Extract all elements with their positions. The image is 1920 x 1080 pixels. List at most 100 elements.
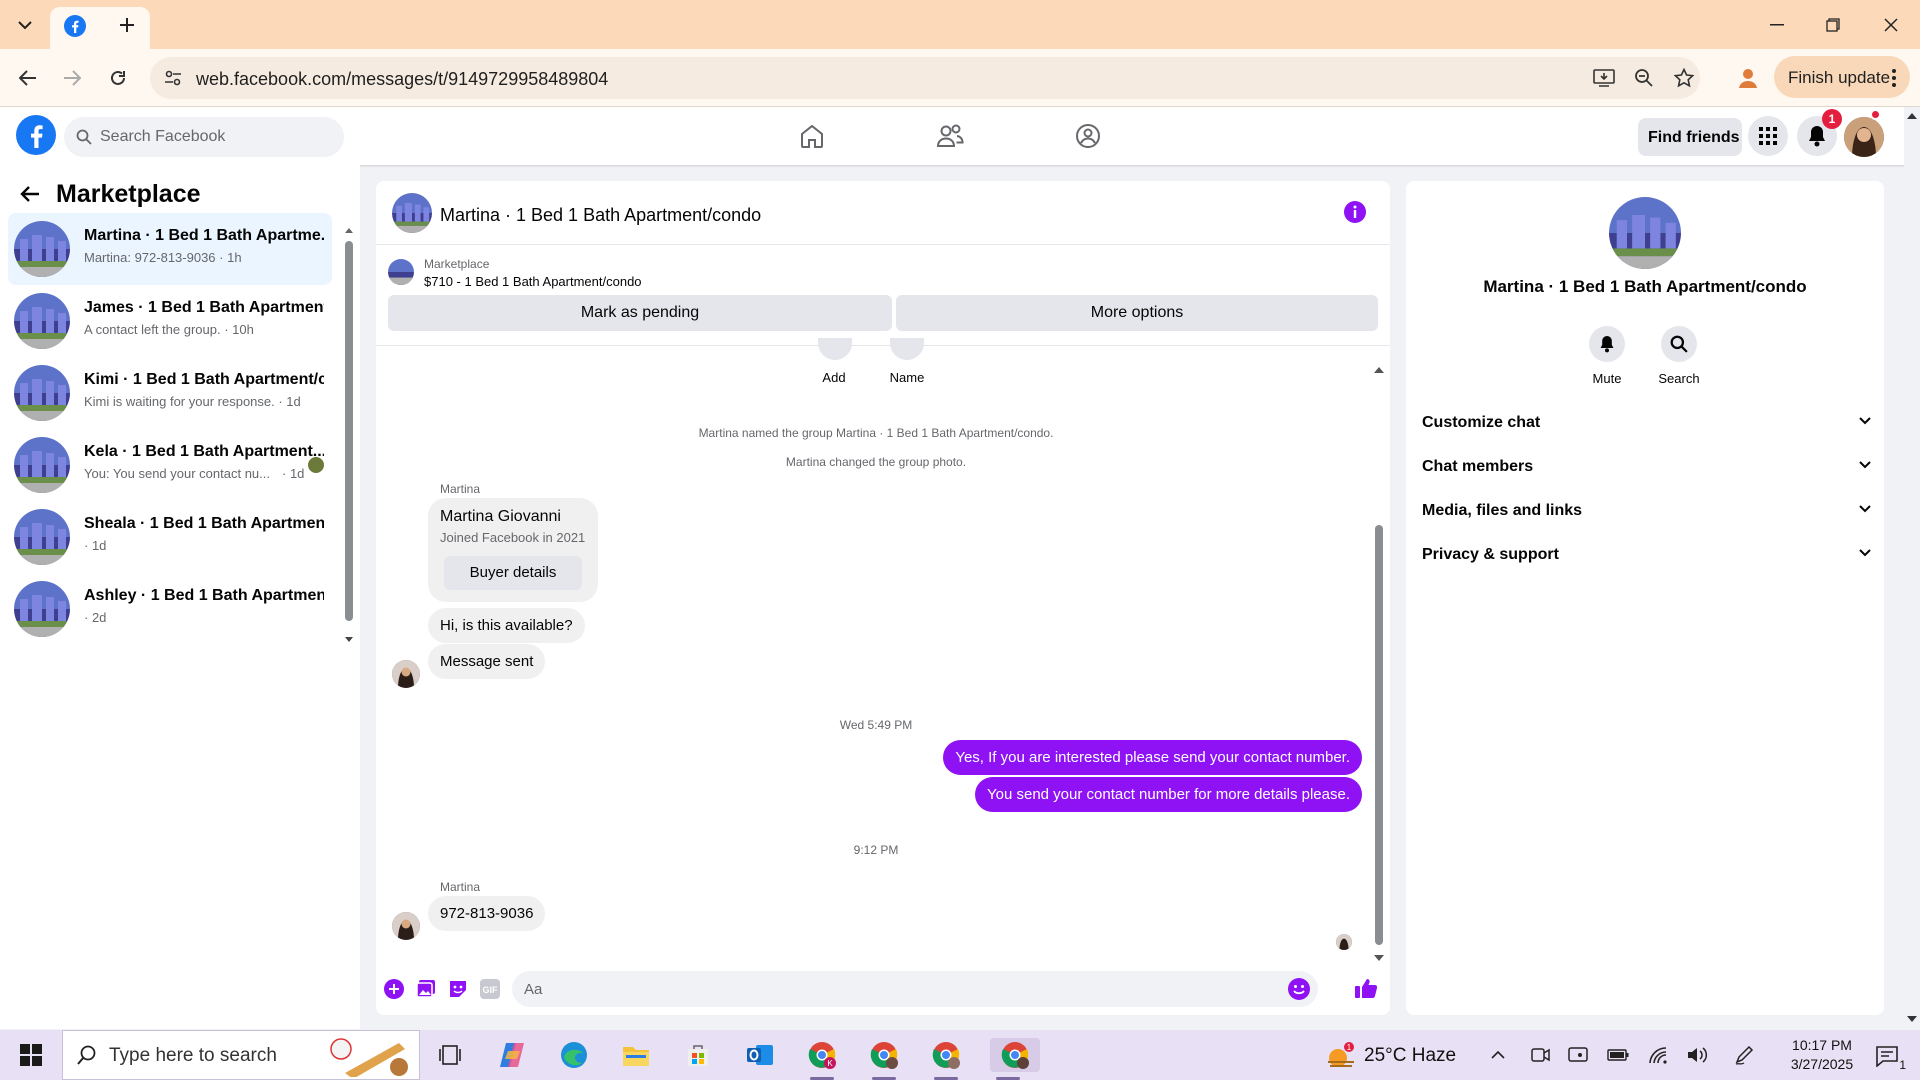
privacy-support-section[interactable]: Privacy & support <box>1422 535 1872 575</box>
url-text: web.facebook.com/messages/t/914972995848… <box>196 69 609 89</box>
task-view-icon[interactable] <box>432 1038 468 1072</box>
notification-center-icon[interactable]: 1 <box>1870 1042 1906 1072</box>
customize-chat-section[interactable]: Customize chat <box>1422 403 1872 443</box>
outlook-icon[interactable] <box>742 1038 778 1072</box>
facebook-search-input[interactable]: Search Facebook <box>64 117 344 157</box>
home-icon[interactable] <box>796 121 828 151</box>
taskbar-search-input[interactable]: Type here to search <box>62 1030 420 1080</box>
facebook-logo-icon[interactable] <box>16 115 56 155</box>
outgoing-message[interactable]: Yes, If you are interested please send y… <box>943 740 1362 775</box>
media-files-links-section[interactable]: Media, files and links <box>1422 491 1872 531</box>
incoming-message[interactable]: Message sent <box>428 644 546 679</box>
install-app-icon[interactable] <box>1592 67 1616 89</box>
messages-scrollbar[interactable] <box>1372 365 1386 965</box>
chrome-profile-k-icon[interactable]: K <box>804 1038 840 1080</box>
zoom-icon[interactable] <box>1632 67 1656 89</box>
groups-icon[interactable] <box>1072 121 1104 151</box>
address-bar[interactable]: web.facebook.com/messages/t/914972995848… <box>150 57 1700 99</box>
battery-icon[interactable] <box>1606 1044 1630 1066</box>
gif-icon[interactable]: GIF <box>480 979 500 999</box>
cast-icon[interactable] <box>1566 1044 1590 1066</box>
sender-name: Martina <box>440 482 481 496</box>
conversation-item[interactable]: Kela · 1 Bed 1 Bath Apartment... You: You… <box>8 429 332 501</box>
edit-name-pencil-icon[interactable] <box>890 338 924 360</box>
conversation-item[interactable]: James · 1 Bed 1 Bath Apartment... A conta… <box>8 285 332 357</box>
add-member-icon[interactable] <box>818 338 852 360</box>
back-arrow-icon[interactable] <box>14 65 42 91</box>
emoji-icon[interactable] <box>1288 978 1310 1000</box>
bookmark-star-icon[interactable] <box>1672 67 1696 89</box>
chat-header: Martina · 1 Bed 1 Bath Apartment/condo <box>376 181 1390 245</box>
find-friends-button[interactable]: Find friends <box>1638 118 1742 156</box>
message-input[interactable]: Aa <box>512 971 1318 1007</box>
chevron-down-icon <box>1859 505 1871 513</box>
conversation-item[interactable]: Martina · 1 Bed 1 Bath Apartme... Martina… <box>8 213 332 285</box>
show-hidden-icons-chevron-up-icon[interactable] <box>1488 1045 1508 1065</box>
taskbar-clock[interactable]: 10:17 PM 3/27/2025 <box>1772 1036 1872 1074</box>
chat-avatar[interactable] <box>392 193 432 233</box>
incoming-message[interactable]: 972-813-9036 <box>428 896 546 931</box>
sticker-icon[interactable] <box>448 979 468 999</box>
attach-photo-icon[interactable] <box>416 979 436 999</box>
buyer-joined: Joined Facebook in 2021 <box>440 530 586 545</box>
sidebar-scrollbar[interactable] <box>344 227 354 642</box>
file-explorer-icon[interactable] <box>618 1038 654 1072</box>
chat-panel: Martina · 1 Bed 1 Bath Apartment/condo M… <box>376 181 1390 1015</box>
forward-arrow-icon[interactable] <box>58 65 86 91</box>
listing-price-title[interactable]: $710 - 1 Bed 1 Bath Apartment/condo <box>424 274 642 289</box>
menu-grid-icon[interactable] <box>1748 116 1788 156</box>
friends-icon[interactable] <box>934 121 966 151</box>
buyer-details-button[interactable]: Buyer details <box>444 556 582 590</box>
weather-text[interactable]: 25°C Haze <box>1364 1045 1456 1067</box>
new-tab-plus-icon[interactable] <box>114 12 140 38</box>
close-window-icon[interactable] <box>1876 12 1906 38</box>
chat-info-name: Martina · 1 Bed 1 Bath Apartment/condo <box>1483 277 1807 296</box>
page-scrollbar[interactable] <box>1904 107 1920 1030</box>
mark-as-pending-button[interactable]: Mark as pending <box>388 295 892 331</box>
listing-thumbnail[interactable] <box>388 259 414 285</box>
meet-now-icon[interactable] <box>1528 1044 1552 1066</box>
tab-list-chevron-icon[interactable] <box>10 12 40 38</box>
marketplace-label: Marketplace <box>424 257 490 271</box>
edge-browser-icon[interactable] <box>556 1038 592 1072</box>
search-in-chat-button[interactable]: Search <box>1639 326 1719 386</box>
timestamp: Wed 5:49 PM <box>839 718 913 732</box>
account-avatar[interactable] <box>1844 117 1884 157</box>
reload-icon[interactable] <box>104 65 132 91</box>
outgoing-message[interactable]: You send your contact number for more de… <box>975 777 1362 812</box>
copilot-icon[interactable] <box>494 1038 530 1072</box>
chrome-active-window-icon[interactable] <box>990 1038 1040 1080</box>
bell-icon <box>1589 326 1625 362</box>
thumbs-up-icon[interactable] <box>1354 977 1378 999</box>
info-icon[interactable] <box>1344 201 1366 223</box>
minimize-icon[interactable] <box>1762 12 1792 38</box>
windows-start-icon[interactable] <box>14 1042 48 1068</box>
chrome-profile-icon[interactable] <box>928 1038 964 1080</box>
conversation-item[interactable]: Ashley · 1 Bed 1 Bath Apartment... · 2d <box>8 573 332 645</box>
chrome-profile-icon[interactable] <box>866 1038 902 1080</box>
conversation-title: James · 1 Bed 1 Bath Apartment... <box>84 299 324 316</box>
conversation-item[interactable]: Sheala · 1 Bed 1 Bath Apartment... · 1d <box>8 501 332 573</box>
microsoft-store-icon[interactable] <box>680 1038 716 1072</box>
profile-icon[interactable] <box>1734 65 1762 91</box>
more-actions-plus-icon[interactable] <box>384 979 404 999</box>
chat-title: Martina · 1 Bed 1 Bath Apartment/condo <box>440 205 762 225</box>
notification-badge: 1 <box>1822 109 1842 129</box>
back-arrow-icon[interactable] <box>20 185 40 203</box>
pen-icon[interactable] <box>1732 1044 1756 1066</box>
wifi-icon[interactable] <box>1646 1044 1670 1066</box>
restore-icon[interactable] <box>1818 12 1848 38</box>
site-settings-icon[interactable] <box>162 68 184 88</box>
notification-center-count: 1 <box>1899 1058 1906 1072</box>
buyer-profile-card: Martina Giovanni Joined Facebook in 2021… <box>428 498 598 602</box>
chat-large-avatar[interactable] <box>1609 197 1681 269</box>
more-options-button[interactable]: More options <box>896 295 1378 331</box>
mute-button[interactable]: Mute <box>1567 326 1647 386</box>
chat-members-section[interactable]: Chat members <box>1422 447 1872 487</box>
conversation-item[interactable]: Kimi · 1 Bed 1 Bath Apartment/c... Kimi i… <box>8 357 332 429</box>
read-receipt-avatar <box>308 457 324 473</box>
volume-icon[interactable] <box>1686 1044 1710 1066</box>
weather-icon[interactable]: 1 <box>1326 1042 1356 1068</box>
incoming-message[interactable]: Hi, is this available? <box>428 608 585 643</box>
finish-update-button[interactable]: Finish update <box>1774 56 1910 98</box>
